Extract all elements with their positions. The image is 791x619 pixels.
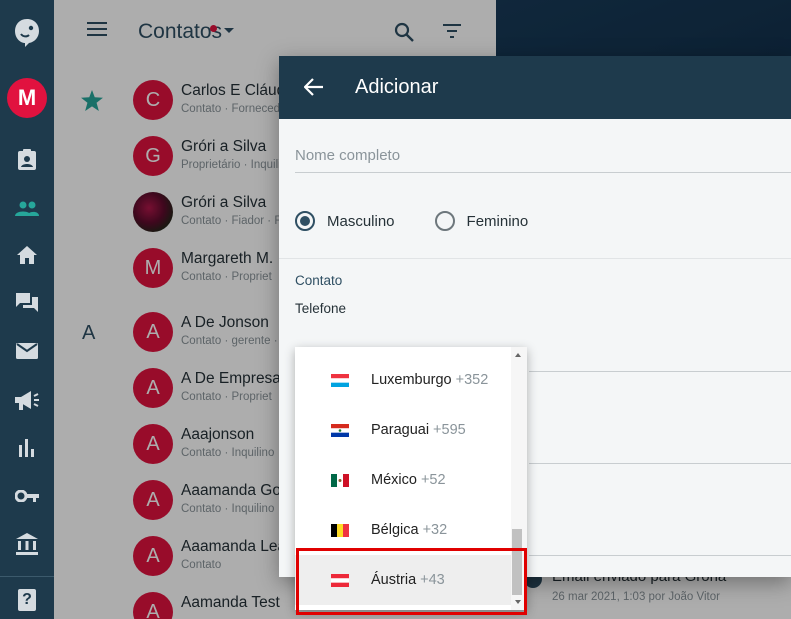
country-option-paraguay[interactable]: Paraguai +595 (295, 405, 511, 455)
scroll-up-arrow-icon[interactable] (515, 353, 521, 357)
country-code: +32 (422, 522, 448, 538)
key-icon[interactable] (0, 485, 54, 507)
country-option-luxembourg[interactable]: Luxemburgo +352 (295, 355, 511, 405)
phone-label: Telefone (295, 301, 347, 316)
country-code: +352 (455, 372, 489, 388)
highlight-annotation (296, 548, 527, 615)
help-icon[interactable]: ? (18, 589, 36, 611)
phone-input-line[interactable] (529, 371, 791, 372)
country-name: Luxemburgo (371, 372, 452, 388)
section-divider (279, 258, 791, 259)
full-name-input[interactable]: Nome completo (295, 147, 791, 173)
megaphone-icon[interactable] (0, 389, 54, 413)
paraguay-flag-icon (331, 423, 349, 437)
field-line[interactable] (529, 463, 791, 464)
radio-female[interactable] (434, 211, 455, 231)
country-name: Paraguai (371, 422, 430, 438)
chat-icon[interactable] (0, 292, 54, 314)
bank-icon[interactable] (0, 532, 54, 556)
country-option-mexico[interactable]: México +52 (295, 455, 511, 505)
home-icon[interactable] (0, 244, 54, 266)
arrow-back-icon[interactable] (303, 78, 324, 101)
country-code: +52 (420, 472, 446, 488)
section-contact-label: Contato (295, 273, 343, 288)
gender-radio-group: Masculino Feminino (295, 209, 568, 233)
belgium-flag-icon (331, 523, 349, 537)
country-name: Bélgica (371, 522, 419, 538)
dialog-title: Adicionar (355, 76, 439, 98)
radio-female-label: Feminino (466, 212, 529, 230)
country-code: +595 (433, 422, 466, 438)
contact-card-icon[interactable] (0, 148, 54, 172)
user-avatar[interactable]: M (7, 78, 47, 118)
radio-male-label: Masculino (327, 212, 395, 230)
mexico-flag-icon (331, 473, 349, 487)
rail-divider (0, 576, 54, 577)
nav-rail: M ? (0, 0, 54, 619)
luxembourg-flag-icon (331, 373, 349, 387)
people-icon[interactable] (0, 198, 54, 220)
mail-icon[interactable] (0, 340, 54, 362)
radio-male[interactable] (295, 211, 315, 231)
dialog-header: Adicionar (279, 56, 791, 119)
logo-icon[interactable] (0, 14, 54, 50)
country-name: México (371, 472, 417, 488)
bar-chart-icon[interactable] (0, 437, 54, 459)
field-line[interactable] (529, 555, 791, 556)
